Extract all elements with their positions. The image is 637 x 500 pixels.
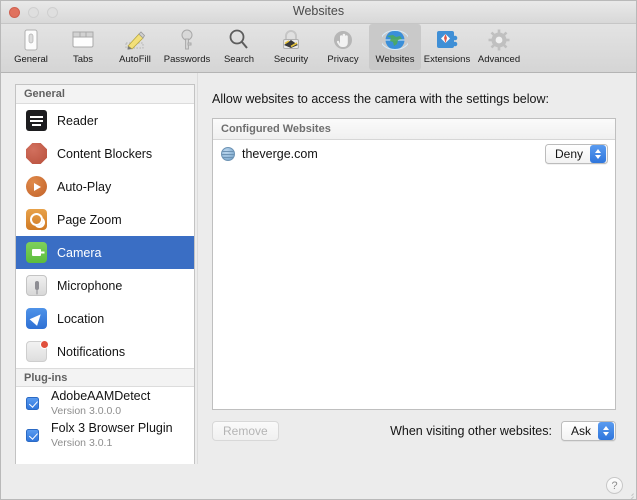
sidebar-item-notifications[interactable]: Notifications xyxy=(16,335,194,368)
preferences-body: General Reader Content Blockers Auto-Pla… xyxy=(1,73,636,499)
extensions-icon xyxy=(433,26,461,53)
location-arrow-icon xyxy=(26,308,47,329)
toolbar-label: Extensions xyxy=(423,54,471,65)
privacy-icon xyxy=(329,26,357,53)
sidebar-item-label: Microphone xyxy=(57,278,123,293)
sidebar-item-label: Auto-Play xyxy=(57,179,112,194)
sidebar-item-location[interactable]: Location xyxy=(16,302,194,335)
toolbar-label: Passwords xyxy=(163,54,211,65)
sidebar-item-label: Page Zoom xyxy=(57,212,122,227)
other-websites-value: Ask xyxy=(570,424,591,438)
tabs-icon xyxy=(69,26,97,53)
plugin-text: Folx 3 Browser Plugin Version 3.0.1 xyxy=(51,421,173,448)
sidebar-item-content-blockers[interactable]: Content Blockers xyxy=(16,137,194,170)
sidebar-item-microphone[interactable]: Microphone xyxy=(16,269,194,302)
panel-footer: Remove When visiting other websites: Ask xyxy=(212,421,616,441)
toolbar-item-passwords[interactable]: Passwords xyxy=(161,24,213,70)
camera-icon xyxy=(26,242,47,263)
settings-sidebar: General Reader Content Blockers Auto-Pla… xyxy=(15,84,195,466)
plugin-version: Version 3.0.1 xyxy=(51,436,113,449)
sidebar-item-label: Reader xyxy=(57,113,98,128)
advanced-icon xyxy=(485,26,513,53)
toolbar-label: Websites xyxy=(375,54,415,65)
websites-icon xyxy=(381,26,409,53)
sidebar-item-label: Notifications xyxy=(57,344,126,359)
toolbar-label: Tabs xyxy=(72,54,94,65)
sidebar-item-label: Content Blockers xyxy=(57,146,153,161)
toolbar-label: Search xyxy=(223,54,255,65)
toolbar-item-autofill[interactable]: AutoFill xyxy=(109,24,161,70)
toolbar-item-security[interactable]: Security xyxy=(265,24,317,70)
toolbar-label: Privacy xyxy=(327,54,359,65)
sidebar-group-plugins: Plug-ins xyxy=(16,368,194,387)
toolbar-item-search[interactable]: Search xyxy=(213,24,265,70)
list-column-header: Configured Websites xyxy=(213,119,615,140)
sidebar-item-auto-play[interactable]: Auto-Play xyxy=(16,170,194,203)
play-circle-icon xyxy=(26,176,47,197)
preferences-toolbar: General Tabs AutoFill Passwords Search S… xyxy=(1,24,636,73)
window-title: Websites xyxy=(292,4,345,18)
plugin-name: AdobeAAMDetect xyxy=(51,389,151,404)
other-websites-label: When visiting other websites: xyxy=(390,424,552,438)
sidebar-item-page-zoom[interactable]: Page Zoom xyxy=(16,203,194,236)
plugin-item-folx-3-browser-plugin[interactable]: Folx 3 Browser Plugin Version 3.0.1 xyxy=(16,419,194,451)
sidebar-item-label: Location xyxy=(57,311,105,326)
toolbar-item-privacy[interactable]: Privacy xyxy=(317,24,369,70)
reader-icon xyxy=(26,110,47,131)
toolbar-item-advanced[interactable]: Advanced xyxy=(473,24,525,70)
configured-websites-list: Configured Websites theverge.com Deny xyxy=(212,118,616,410)
toolbar-item-websites[interactable]: Websites xyxy=(369,24,421,70)
table-row[interactable]: theverge.com Deny xyxy=(213,140,615,168)
plugin-checkbox[interactable] xyxy=(26,396,39,410)
microphone-icon xyxy=(26,275,47,296)
chevron-updown-icon xyxy=(598,422,614,440)
plugin-text: AdobeAAMDetect Version 3.0.0.0 xyxy=(51,389,150,416)
help-button[interactable]: ? xyxy=(606,477,623,494)
toolbar-label: General xyxy=(14,54,48,65)
plugin-version: Version 3.0.0.0 xyxy=(51,404,122,417)
site-permission-dropdown[interactable]: Deny xyxy=(544,144,608,164)
toolbar-label: Advanced xyxy=(477,54,521,65)
chevron-updown-icon xyxy=(590,145,606,163)
sidebar-item-reader[interactable]: Reader xyxy=(16,104,194,137)
toolbar-label: AutoFill xyxy=(119,54,151,65)
toolbar-label: Security xyxy=(273,54,309,65)
globe-icon xyxy=(221,147,235,161)
sidebar-item-label: Camera xyxy=(57,245,102,260)
panel-content: Allow websites to access the camera with… xyxy=(198,73,632,464)
stop-sign-icon xyxy=(26,143,47,164)
title-bar: Websites xyxy=(1,1,636,24)
security-icon xyxy=(277,26,305,53)
settings-detail-panel: Allow websites to access the camera with… xyxy=(197,73,632,464)
toolbar-item-extensions[interactable]: Extensions xyxy=(421,24,473,70)
autofill-icon xyxy=(121,26,149,53)
plugin-name: Folx 3 Browser Plugin xyxy=(51,421,173,436)
magnifier-icon xyxy=(26,209,47,230)
safari-preferences-window: Websites General Tabs AutoFill Passwords… xyxy=(0,0,637,500)
plugin-item-adobeaamdetect[interactable]: AdobeAAMDetect Version 3.0.0.0 xyxy=(16,387,194,419)
resize-grip[interactable] xyxy=(624,490,634,499)
panel-description: Allow websites to access the camera with… xyxy=(212,92,549,106)
sidebar-item-camera[interactable]: Camera xyxy=(16,236,194,269)
toolbar-item-tabs[interactable]: Tabs xyxy=(57,24,109,70)
general-icon xyxy=(17,26,45,53)
search-icon xyxy=(225,26,253,53)
toolbar-item-general[interactable]: General xyxy=(5,24,57,70)
site-permission-value: Deny xyxy=(554,147,583,161)
sidebar-group-general: General xyxy=(16,85,194,104)
other-websites-dropdown[interactable]: Ask xyxy=(560,421,616,441)
notification-icon xyxy=(26,340,49,362)
window-bottom-strip: ? xyxy=(1,464,636,499)
remove-button[interactable]: Remove xyxy=(212,421,279,441)
plugin-checkbox[interactable] xyxy=(26,428,39,442)
other-websites-control: When visiting other websites: Ask xyxy=(390,421,616,441)
site-name: theverge.com xyxy=(242,147,318,161)
passwords-icon xyxy=(173,26,201,53)
